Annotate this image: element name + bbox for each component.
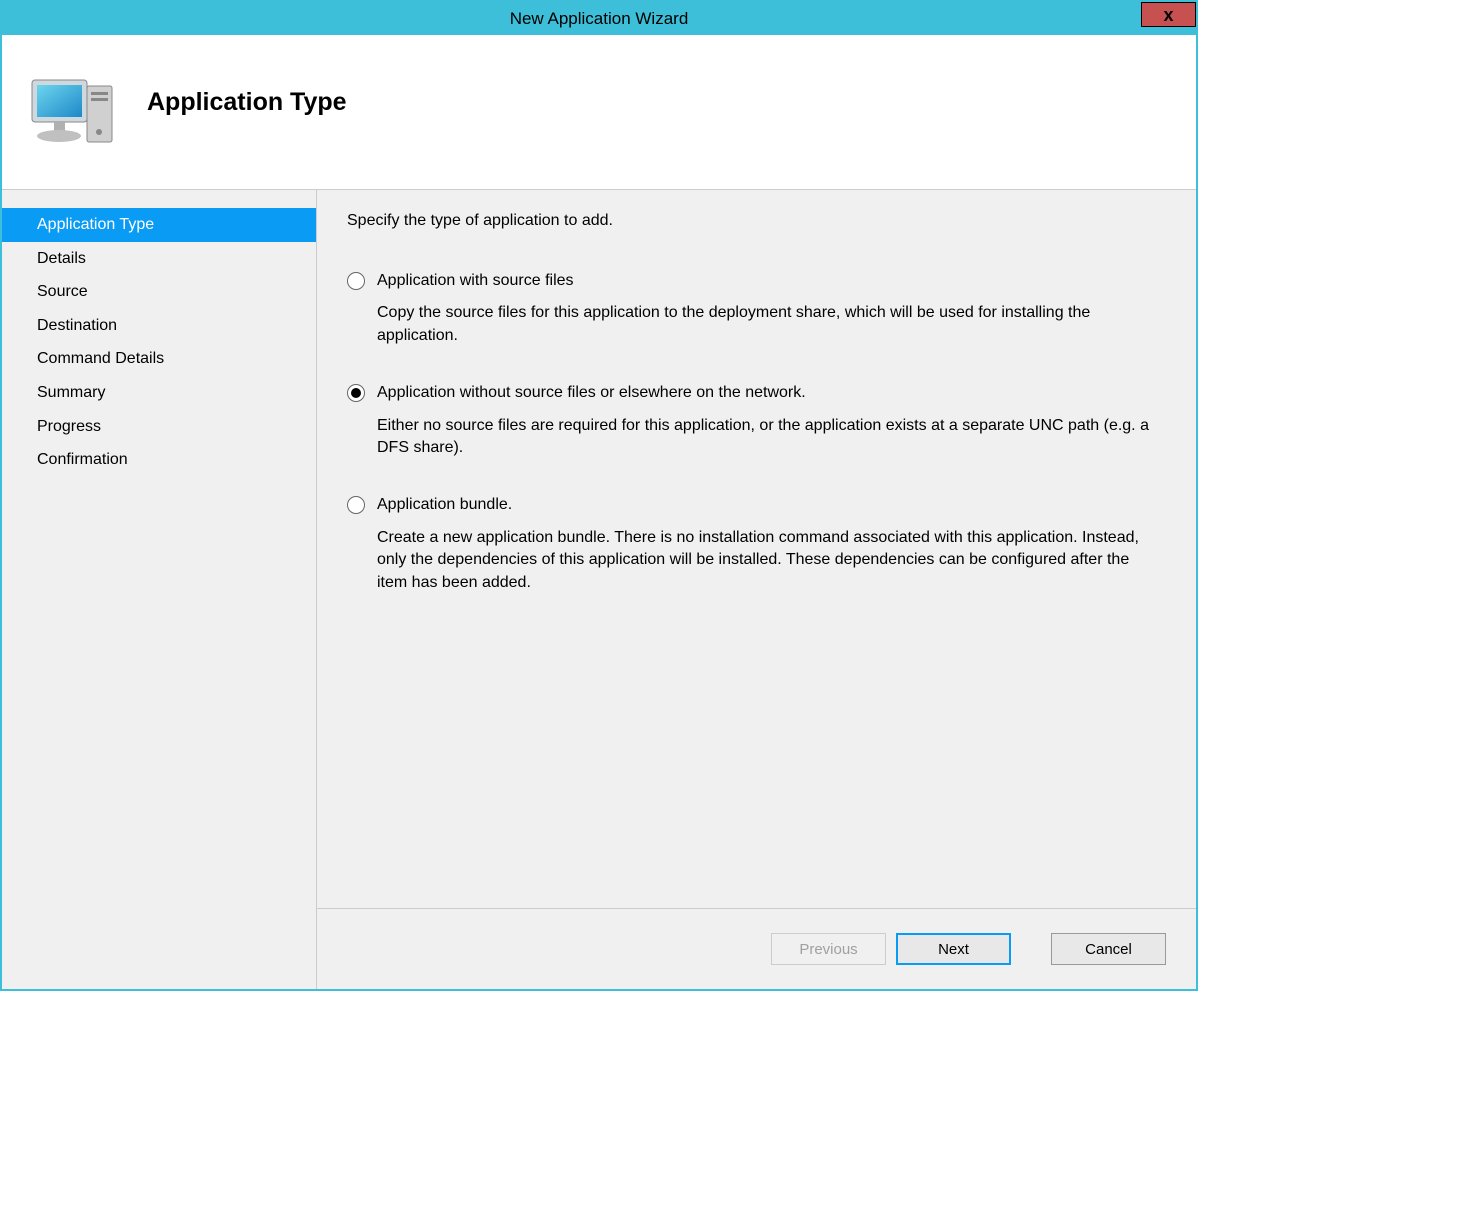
header: Application Type xyxy=(2,35,1196,190)
close-button[interactable]: x xyxy=(1141,2,1196,27)
instruction-text: Specify the type of application to add. xyxy=(347,212,1166,230)
option-row: Application without source files or else… xyxy=(347,382,1166,404)
previous-button: Previous xyxy=(771,933,886,965)
option-label[interactable]: Application with source files xyxy=(377,270,574,292)
option-label[interactable]: Application without source files or else… xyxy=(377,382,806,404)
titlebar: New Application Wizard x xyxy=(2,2,1196,35)
option-description: Copy the source files for this applicati… xyxy=(377,302,1162,347)
sidebar-item-command-details[interactable]: Command Details xyxy=(2,342,316,376)
sidebar-item-source[interactable]: Source xyxy=(2,275,316,309)
sidebar-item-details[interactable]: Details xyxy=(2,242,316,276)
option-row: Application bundle. xyxy=(347,494,1166,516)
option-row: Application with source files xyxy=(347,270,1166,292)
option-description: Either no source files are required for … xyxy=(377,415,1162,460)
sidebar-item-progress[interactable]: Progress xyxy=(2,410,316,444)
main-panel: Specify the type of application to add. … xyxy=(317,190,1196,989)
radio-bundle[interactable] xyxy=(347,496,365,514)
radio-source-files[interactable] xyxy=(347,272,365,290)
sidebar-item-confirmation[interactable]: Confirmation xyxy=(2,443,316,477)
sidebar-item-destination[interactable]: Destination xyxy=(2,309,316,343)
content-area: Specify the type of application to add. … xyxy=(317,190,1196,909)
radio-no-source-files[interactable] xyxy=(347,384,365,402)
option-label[interactable]: Application bundle. xyxy=(377,494,512,516)
page-title: Application Type xyxy=(147,88,347,117)
option-bundle: Application bundle. Create a new applica… xyxy=(347,494,1166,594)
option-description: Create a new application bundle. There i… xyxy=(377,527,1162,594)
window-title: New Application Wizard xyxy=(510,9,689,29)
option-no-source-files: Application without source files or else… xyxy=(347,382,1166,459)
computer-icon xyxy=(22,60,127,165)
footer: Previous Next Cancel xyxy=(317,909,1196,989)
wizard-sidebar: Application Type Details Source Destinat… xyxy=(2,190,317,989)
sidebar-item-application-type[interactable]: Application Type xyxy=(2,208,316,242)
next-button[interactable]: Next xyxy=(896,933,1011,965)
wizard-window: New Application Wizard x xyxy=(0,0,1198,991)
close-icon: x xyxy=(1163,6,1173,24)
cancel-button[interactable]: Cancel xyxy=(1051,933,1166,965)
body: Application Type Details Source Destinat… xyxy=(2,190,1196,989)
sidebar-item-summary[interactable]: Summary xyxy=(2,376,316,410)
option-source-files: Application with source files Copy the s… xyxy=(347,270,1166,347)
